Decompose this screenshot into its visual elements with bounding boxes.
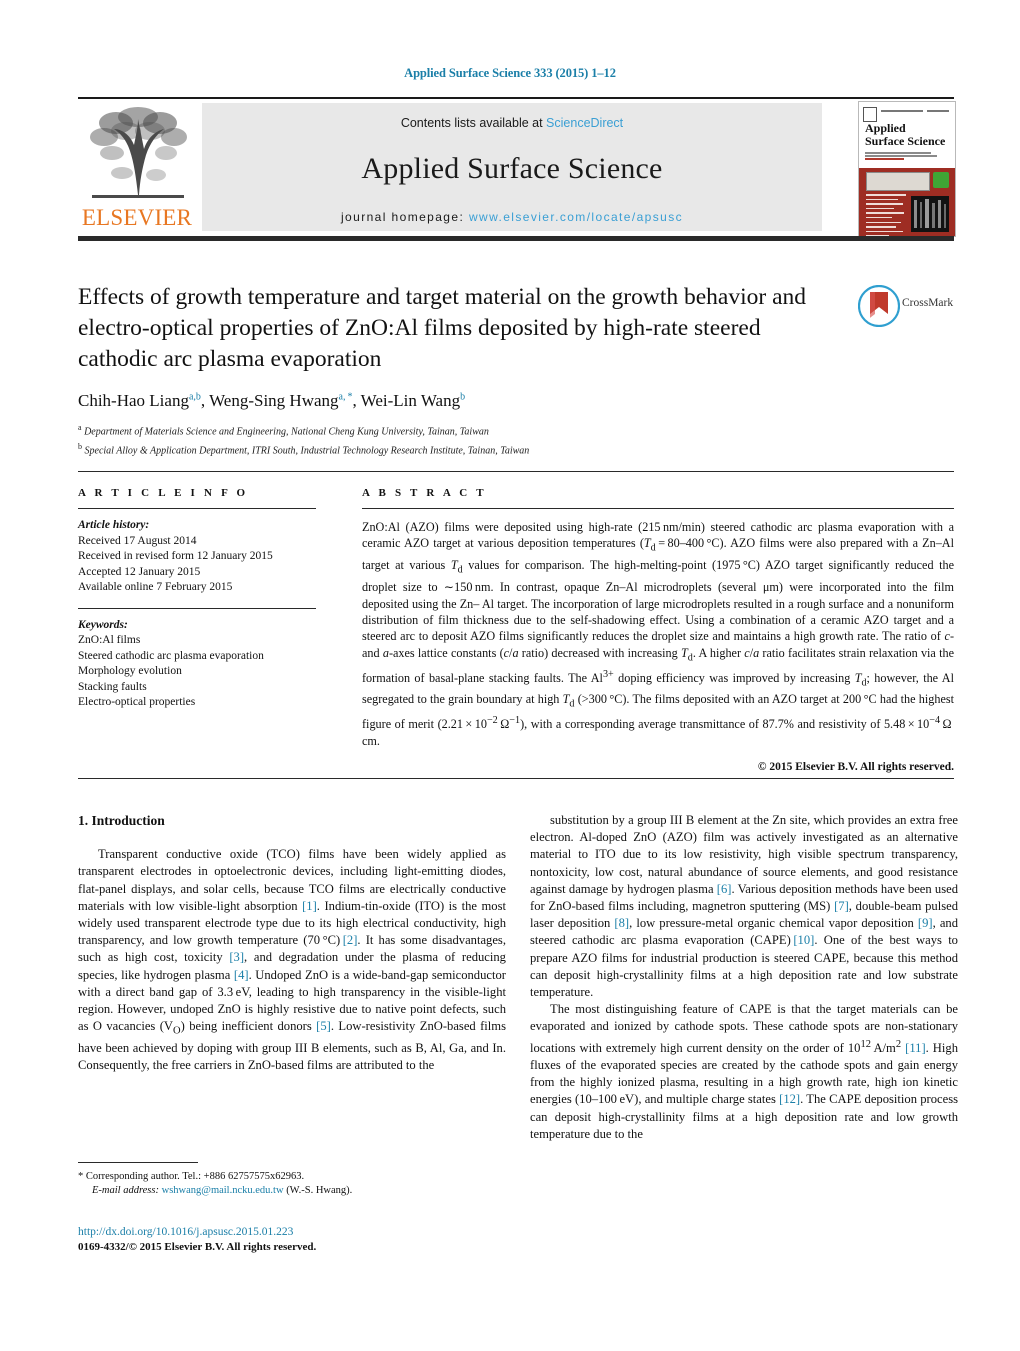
sciencedirect-link[interactable]: ScienceDirect	[546, 116, 623, 130]
info-section-bottom-rule	[78, 778, 954, 779]
author-list: Chih-Hao Lianga,b, Weng-Sing Hwanga, *, …	[78, 391, 466, 410]
cover-contents-list	[866, 194, 906, 236]
doi-link[interactable]: http://dx.doi.org/10.1016/j.apsusc.2015.…	[78, 1225, 518, 1240]
abstract-rule	[362, 508, 954, 509]
page-title: Effects of growth temperature and target…	[78, 284, 807, 372]
article-info-heading: A R T I C L E I N F O	[78, 487, 249, 499]
paper-page: Applied Surface Science 333 (2015) 1–12	[0, 0, 1020, 1351]
body-paragraph: substitution by a group III B element at…	[530, 813, 959, 1000]
keyword-item: ZnO:Al films	[78, 634, 141, 646]
keyword-item: Steered cathodic arc plasma evaporation	[78, 649, 264, 662]
doi-footer: http://dx.doi.org/10.1016/j.apsusc.2015.…	[78, 1225, 518, 1255]
journal-masthead: ELSEVIER Contents lists available at Sci…	[78, 97, 956, 237]
crossmark-icon[interactable]	[857, 284, 901, 328]
keyword-item: Electro-optical properties	[78, 696, 196, 708]
affiliation-a: a Department of Materials Science and En…	[78, 423, 489, 438]
contents-prefix: Contents lists available at	[400, 116, 547, 130]
elsevier-tree-icon	[86, 105, 190, 203]
journal-band: Contents lists available at ScienceDirec…	[202, 103, 822, 231]
cover-title-line2: Surface Science	[865, 134, 946, 148]
contents-available-line: Contents lists available at ScienceDirec…	[202, 116, 822, 130]
journal-cover-thumbnail: Applied Surface Science	[858, 101, 956, 237]
affiliation-b: b Special Alloy & Application Department…	[78, 441, 530, 457]
abstract-copyright: © 2015 Elsevier B.V. All rights reserved…	[757, 761, 954, 774]
journal-title: Applied Surface Science	[361, 152, 663, 185]
title-block: Effects of growth temperature and target…	[78, 282, 838, 459]
corresponding-author-footnote: * Corresponding author. Tel.: +886 62757…	[78, 1170, 506, 1198]
history-item: Received 17 August 2014	[78, 534, 197, 547]
affiliation-b-text: Special Alloy & Application Department, …	[84, 445, 530, 457]
cover-red-panel	[859, 168, 955, 236]
history-item: Received in revised form 12 January 2015	[78, 550, 273, 562]
history-item: Available online 7 February 2015	[78, 581, 233, 593]
affiliation-a-text: Department of Materials Science and Engi…	[84, 426, 489, 438]
cover-green-badge	[933, 172, 949, 188]
issn-copyright-line: 0169-4332/© 2015 Elsevier B.V. All right…	[78, 1241, 317, 1253]
email-suffix: (W.-S. Hwang).	[286, 1185, 353, 1196]
history-item: Accepted 12 January 2015	[78, 565, 201, 578]
affiliation-list: a Department of Materials Science and En…	[78, 421, 838, 459]
body-paragraph: The most distinguishing feature of CAPE …	[530, 1002, 958, 1141]
running-head: Applied Surface Science 333 (2015) 1–12	[404, 66, 616, 80]
footnote-marker: *	[78, 1171, 84, 1182]
keywords-label: Keywords:	[78, 618, 128, 631]
crossmark-label: CrossMark	[902, 297, 954, 309]
keyword-item: Morphology evolution	[78, 665, 182, 677]
article-history-group: Article history: Received 17 August 2014…	[78, 518, 316, 596]
footnote-line-1: * Corresponding author. Tel.: +886 62757…	[78, 1170, 506, 1184]
body-right-column: substitution by a group III B element at…	[530, 812, 958, 1143]
body-left-column: 1. Introduction Transparent conductive o…	[78, 812, 506, 1074]
abstract-text: ZnO:Al (AZO) films were deposited using …	[362, 520, 954, 748]
keywords-rule	[78, 607, 316, 609]
keywords-group: Keywords: ZnO:Al films Steered cathodic …	[78, 618, 316, 711]
abstract-heading: A B S T R A C T	[362, 487, 487, 499]
info-section-top-rule	[78, 471, 954, 472]
homepage-prefix: journal homepage:	[340, 210, 469, 224]
cover-header-text-b	[927, 110, 949, 112]
body-paragraph: Transparent conductive oxide (TCO) films…	[78, 847, 506, 1073]
cover-elsevier-mark	[863, 107, 877, 122]
crossmark-badge[interactable]: CrossMark	[857, 284, 958, 328]
article-info-column: A R T I C L E I N F O Article history: R…	[78, 487, 316, 711]
cover-micrograph	[911, 196, 949, 232]
keyword-item: Stacking faults	[78, 680, 147, 693]
email-label: E-mail address:	[92, 1185, 159, 1196]
cover-title: Applied Surface Science	[865, 122, 949, 148]
cover-subtitle-lines	[865, 152, 949, 164]
footnote-rule	[78, 1162, 198, 1163]
corresponding-author-text: Corresponding author. Tel.: +886 6275757…	[85, 1171, 305, 1182]
cover-header-text-a	[881, 110, 923, 112]
cover-header-row	[863, 107, 951, 122]
section-heading-introduction: 1. Introduction	[78, 813, 165, 828]
article-info-rule	[78, 508, 316, 509]
journal-homepage-link[interactable]: www.elsevier.com/locate/apsusc	[469, 210, 683, 224]
email-link[interactable]: wshwang@mail.ncku.edu.tw	[162, 1185, 284, 1196]
tree-svg	[90, 107, 187, 198]
cover-micrograph-svg	[911, 196, 949, 232]
footnote-line-2: E-mail address: wshwang@mail.ncku.edu.tw…	[78, 1184, 506, 1198]
masthead-bottom-rule	[78, 236, 954, 241]
elsevier-wordmark: ELSEVIER	[81, 205, 193, 230]
elsevier-logo: ELSEVIER	[78, 101, 196, 233]
abstract-column: A B S T R A C T ZnO:Al (AZO) films were …	[362, 487, 954, 773]
journal-homepage-line: journal homepage: www.elsevier.com/locat…	[202, 210, 822, 224]
article-history-label: Article history:	[78, 519, 150, 531]
cover-callout-box	[866, 172, 930, 191]
